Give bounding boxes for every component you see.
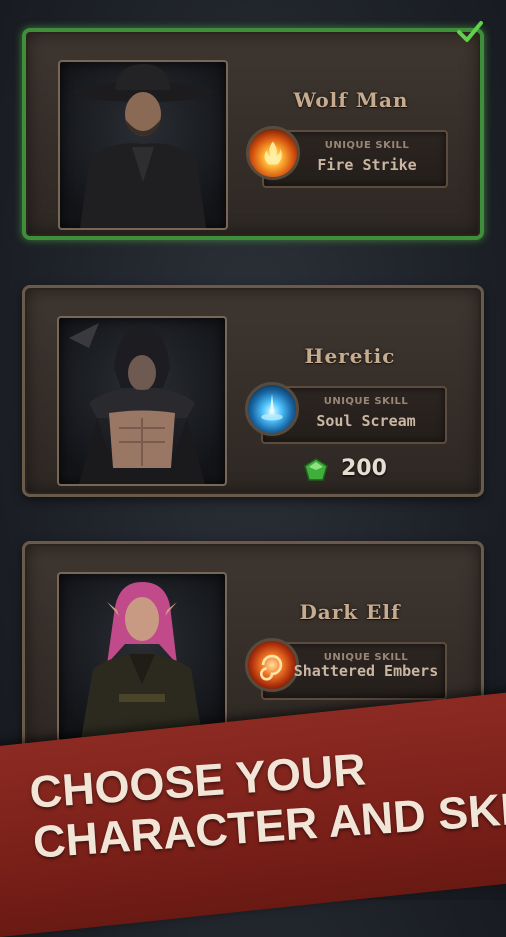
ember-orb-icon xyxy=(245,638,299,692)
character-card-wolf-man[interactable]: Wolf Man UNIQUE SKILL Fire Strike xyxy=(22,21,484,240)
heretic-portrait xyxy=(57,316,227,486)
price-value: 200 xyxy=(341,456,387,481)
character-name: Wolf Man xyxy=(293,88,409,112)
soul-orb-icon xyxy=(245,382,299,436)
skill-label: UNIQUE SKILL xyxy=(323,396,409,407)
skill-label: UNIQUE SKILL xyxy=(324,140,410,151)
skill-name: Shattered Embers xyxy=(293,662,439,680)
skill-name: Soul Scream xyxy=(316,412,416,430)
wolf-man-portrait xyxy=(58,60,228,230)
skill-panel: UNIQUE SKILL Soul Scream xyxy=(245,382,447,444)
character-name: Heretic xyxy=(304,344,396,368)
character-card-heretic[interactable]: Heretic UNIQUE SKILL Soul Scream 200 xyxy=(22,285,484,497)
skill-name: Fire Strike xyxy=(317,156,417,174)
price-tag: 200 xyxy=(303,456,433,484)
character-name: Dark Elf xyxy=(299,600,401,624)
fire-orb-icon xyxy=(246,126,300,180)
green-gem-icon xyxy=(304,458,328,481)
dark-elf-portrait xyxy=(57,572,227,742)
skill-panel: UNIQUE SKILL Fire Strike xyxy=(246,126,448,188)
checkmark-icon xyxy=(457,21,483,42)
skill-panel: UNIQUE SKILL Shattered Embers xyxy=(245,638,447,700)
